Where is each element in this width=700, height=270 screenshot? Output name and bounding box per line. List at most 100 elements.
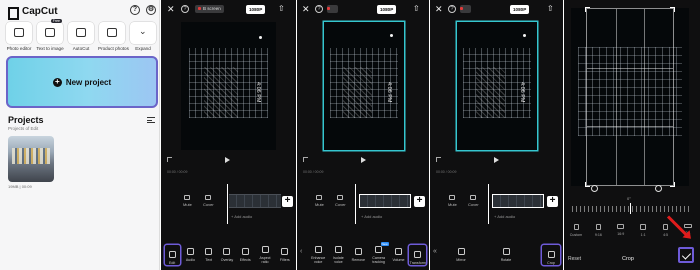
add-audio[interactable]: + Add audio xyxy=(361,214,382,219)
video-preview-selected[interactable]: 4:06 PM xyxy=(457,22,537,150)
tool-label: Effects xyxy=(239,258,251,262)
crop-handle-bottom-left[interactable] xyxy=(585,182,590,187)
tool-volume[interactable]: Volume xyxy=(391,248,406,262)
help-icon[interactable]: ? xyxy=(315,5,323,13)
source-badge[interactable] xyxy=(327,5,338,13)
crop-grid[interactable] xyxy=(585,7,675,187)
video-preview-selected[interactable]: 4:06 PM xyxy=(324,22,404,150)
tool-audio[interactable]: Audio xyxy=(183,248,198,262)
resolution-select[interactable]: 1080P xyxy=(510,5,530,14)
crop-handle-bottom-right[interactable] xyxy=(670,182,675,187)
fullscreen-icon[interactable] xyxy=(436,157,441,162)
export-icon[interactable]: ⇧ xyxy=(278,4,285,13)
tool-effects[interactable]: Effects xyxy=(238,248,253,262)
tool-transform[interactable]: Transform xyxy=(409,245,426,265)
tool-filters[interactable]: Filters xyxy=(277,248,292,262)
tool-remove[interactable]: Remove xyxy=(350,248,366,262)
settings-gear-icon[interactable]: ⚙ xyxy=(146,5,156,15)
fullscreen-icon[interactable] xyxy=(167,157,172,162)
help-icon[interactable]: ? xyxy=(181,5,189,13)
playhead[interactable] xyxy=(488,184,489,224)
video-time-overlay: 4:06 PM xyxy=(519,82,525,103)
video-clip-strip-selected[interactable] xyxy=(492,194,544,208)
play-icon[interactable] xyxy=(494,157,499,163)
tool-rotate[interactable]: Rotate xyxy=(497,248,515,262)
back-chevron-icon[interactable]: « xyxy=(433,248,437,255)
rotate-handle-right[interactable] xyxy=(655,185,662,192)
tool-text-to-image[interactable]: Free Text to image xyxy=(36,19,64,51)
export-icon[interactable]: ⇧ xyxy=(413,4,420,13)
free-badge: Free xyxy=(50,19,62,23)
back-chevron-icon[interactable]: ‹ xyxy=(300,248,302,255)
video-dot xyxy=(259,36,262,39)
close-icon[interactable]: ✕ xyxy=(167,4,175,15)
sort-icon[interactable] xyxy=(147,117,155,123)
tool-crop[interactable]: Crop xyxy=(542,245,560,265)
play-icon[interactable] xyxy=(361,157,366,163)
cover-control[interactable]: Cover xyxy=(203,195,214,207)
rotation-ruler[interactable] xyxy=(572,206,690,212)
resolution-select[interactable]: 1080P xyxy=(246,5,266,14)
fullscreen-icon[interactable] xyxy=(303,157,308,162)
close-icon[interactable]: ✕ xyxy=(435,4,443,15)
playhead[interactable] xyxy=(355,184,356,224)
ratio-9-16[interactable]: 9:16 xyxy=(590,224,606,237)
add-clip-button[interactable]: + xyxy=(414,196,425,207)
capcut-logo: CapCut xyxy=(8,6,58,20)
main-toolbar: Edit Audio Text Overlay Effects Aspect r… xyxy=(163,240,294,270)
crop-handle-top-left[interactable] xyxy=(585,7,590,12)
add-clip-button[interactable]: + xyxy=(547,196,558,207)
crop-handle-top-right[interactable] xyxy=(670,7,675,12)
ratio-1-1[interactable]: 1:1 xyxy=(635,224,651,237)
tool-camera-tracking[interactable]: New Camera tracking xyxy=(370,242,389,264)
tool-text[interactable]: Text xyxy=(201,248,216,262)
tool-label: Overlay xyxy=(220,258,234,262)
tool-edit[interactable]: Edit xyxy=(165,245,180,265)
tool-product-photos[interactable]: Product photos xyxy=(98,22,129,51)
mute-control[interactable]: Mute xyxy=(315,195,324,207)
cover-control[interactable]: Cover xyxy=(468,195,479,207)
video-dot xyxy=(390,34,393,37)
tool-mirror[interactable]: Mirror xyxy=(452,248,470,262)
video-clip-strip-selected[interactable] xyxy=(359,194,411,208)
play-icon[interactable] xyxy=(225,157,230,163)
resolution-select[interactable]: 1080P xyxy=(377,5,397,14)
chevron-down-icon: ⌄ xyxy=(139,26,147,36)
tool-photo-editor[interactable]: Photo editor xyxy=(5,22,33,51)
ratio-16-9[interactable]: 16:9 xyxy=(613,224,629,237)
project-thumbnail[interactable] xyxy=(8,136,54,182)
add-audio[interactable]: + Add audio xyxy=(231,214,252,219)
speaker-icon xyxy=(316,195,323,200)
tool-label: Camera tracking xyxy=(372,256,386,264)
tool-label: Expand xyxy=(135,46,151,51)
tool-expand[interactable]: ⌄ Expand xyxy=(129,22,157,51)
video-clip-strip[interactable] xyxy=(229,194,281,208)
help-icon[interactable]: ? xyxy=(130,5,140,15)
mute-control[interactable]: Mute xyxy=(183,195,192,207)
text-to-image-icon xyxy=(45,28,55,37)
tool-aspect-ratio[interactable]: Aspect ratio xyxy=(256,246,274,264)
tool-label: Transform xyxy=(409,261,426,265)
source-badge[interactable]: B screen xyxy=(195,5,224,13)
isolate-voice-icon xyxy=(334,246,342,253)
ratio-4-5[interactable]: 4:5 xyxy=(658,224,674,237)
add-audio[interactable]: + Add audio xyxy=(494,214,515,219)
add-clip-button[interactable]: + xyxy=(282,196,293,207)
tool-isolate-voice[interactable]: Isolate voice xyxy=(330,246,347,264)
cover-control[interactable]: Cover xyxy=(335,195,346,207)
confirm-checkmark-button[interactable] xyxy=(678,247,694,263)
reset-button[interactable]: Reset xyxy=(568,256,581,262)
mute-control[interactable]: Mute xyxy=(448,195,457,207)
export-icon[interactable]: ⇧ xyxy=(547,4,554,13)
source-badge[interactable] xyxy=(460,5,471,13)
tool-enhance-voice[interactable]: Enhance voice xyxy=(310,246,327,264)
rotate-handle-left[interactable] xyxy=(591,185,598,192)
close-icon[interactable]: ✕ xyxy=(302,4,310,15)
tool-overlay[interactable]: Overlay xyxy=(219,248,234,262)
tool-autocut[interactable]: AutoCut xyxy=(67,22,95,51)
mute-label: Mute xyxy=(448,202,457,207)
ratio-custom[interactable]: Custom xyxy=(568,224,584,237)
new-project-button[interactable]: + New project xyxy=(6,56,158,108)
playhead[interactable] xyxy=(227,184,228,224)
help-icon[interactable]: ? xyxy=(448,5,456,13)
